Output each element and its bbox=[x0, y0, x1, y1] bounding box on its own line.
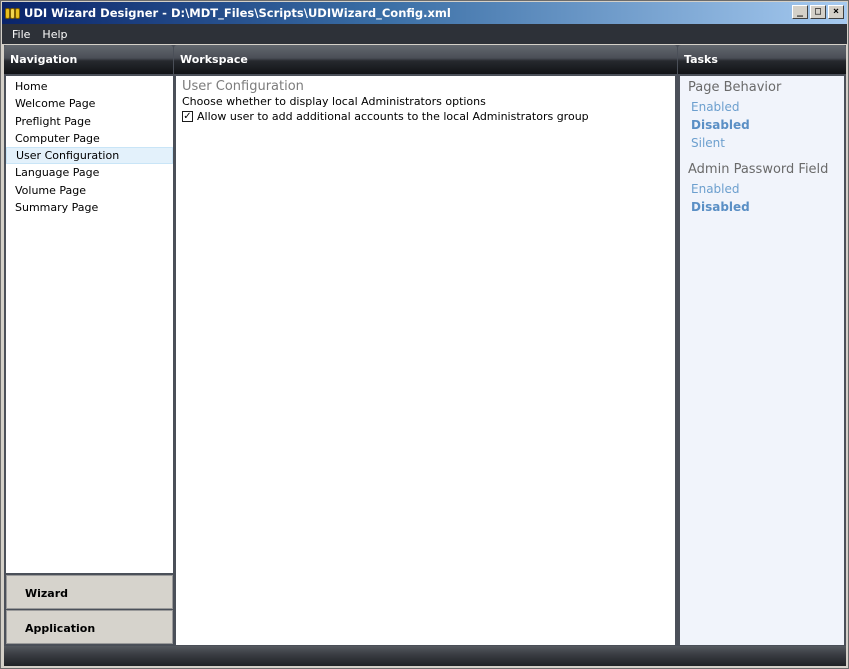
task-group-page-behavior: Page Behavior Enabled Disabled Silent bbox=[688, 80, 844, 152]
task-group-title: Page Behavior bbox=[688, 80, 782, 95]
app-window: UDI Wizard Designer - D:\MDT_Files\Scrip… bbox=[0, 0, 849, 669]
minimize-button[interactable]: _ bbox=[792, 5, 808, 19]
wizard-button[interactable]: Wizard bbox=[6, 575, 173, 609]
menu-bar: File Help bbox=[2, 24, 847, 44]
nav-item-computer-page[interactable]: Computer Page bbox=[6, 130, 173, 147]
task-group-admin-password: Admin Password Field Enabled Disabled bbox=[688, 162, 844, 216]
nav-item-home[interactable]: Home bbox=[6, 78, 173, 95]
menu-help[interactable]: Help bbox=[36, 28, 73, 41]
tasks-header: Tasks bbox=[678, 45, 846, 74]
workspace-panel: Workspace User Configuration Choose whet… bbox=[174, 45, 677, 645]
status-bar bbox=[4, 646, 846, 666]
close-button[interactable]: × bbox=[828, 5, 844, 19]
task-group-title: Admin Password Field bbox=[688, 162, 829, 177]
window-controls: _ □ × bbox=[792, 5, 844, 19]
tasks-panel: Tasks Page Behavior Enabled Disabled Sil… bbox=[678, 45, 846, 645]
admin-password-enabled-link[interactable]: Enabled bbox=[691, 180, 844, 198]
nav-item-user-configuration[interactable]: User Configuration bbox=[6, 147, 173, 165]
workspace-header: Workspace bbox=[174, 45, 677, 74]
main-content: Navigation Home Welcome Page Preflight P… bbox=[4, 45, 846, 646]
page-behavior-disabled-link[interactable]: Disabled bbox=[691, 116, 844, 134]
page-title: User Configuration bbox=[182, 79, 304, 94]
nav-item-preflight-page[interactable]: Preflight Page bbox=[6, 113, 173, 130]
navigation-panel: Navigation Home Welcome Page Preflight P… bbox=[4, 45, 173, 645]
nav-item-language-page[interactable]: Language Page bbox=[6, 164, 173, 181]
title-bar[interactable]: UDI Wizard Designer - D:\MDT_Files\Scrip… bbox=[2, 2, 847, 24]
workspace-body: User Configuration Choose whether to dis… bbox=[176, 76, 675, 645]
admin-accounts-option[interactable]: ✓ Allow user to add additional accounts … bbox=[182, 110, 669, 123]
nav-item-summary-page[interactable]: Summary Page bbox=[6, 199, 173, 216]
navigation-header: Navigation bbox=[4, 45, 173, 74]
page-description: Choose whether to display local Administ… bbox=[182, 95, 486, 108]
menu-file[interactable]: File bbox=[2, 28, 36, 41]
application-button[interactable]: Application bbox=[6, 610, 173, 644]
navigation-list: Home Welcome Page Preflight Page Compute… bbox=[6, 76, 173, 573]
admin-password-disabled-link[interactable]: Disabled bbox=[691, 198, 844, 216]
window-title: UDI Wizard Designer - D:\MDT_Files\Scrip… bbox=[24, 6, 451, 20]
maximize-button[interactable]: □ bbox=[810, 5, 826, 19]
admin-accounts-label[interactable]: Allow user to add additional accounts to… bbox=[197, 110, 589, 123]
nav-item-welcome-page[interactable]: Welcome Page bbox=[6, 95, 173, 112]
admin-accounts-checkbox[interactable]: ✓ bbox=[182, 111, 193, 122]
page-behavior-enabled-link[interactable]: Enabled bbox=[691, 98, 844, 116]
tasks-body: Page Behavior Enabled Disabled Silent Ad… bbox=[680, 76, 844, 645]
nav-item-volume-page[interactable]: Volume Page bbox=[6, 182, 173, 199]
page-behavior-silent-link[interactable]: Silent bbox=[691, 134, 844, 152]
app-icon bbox=[5, 6, 21, 20]
